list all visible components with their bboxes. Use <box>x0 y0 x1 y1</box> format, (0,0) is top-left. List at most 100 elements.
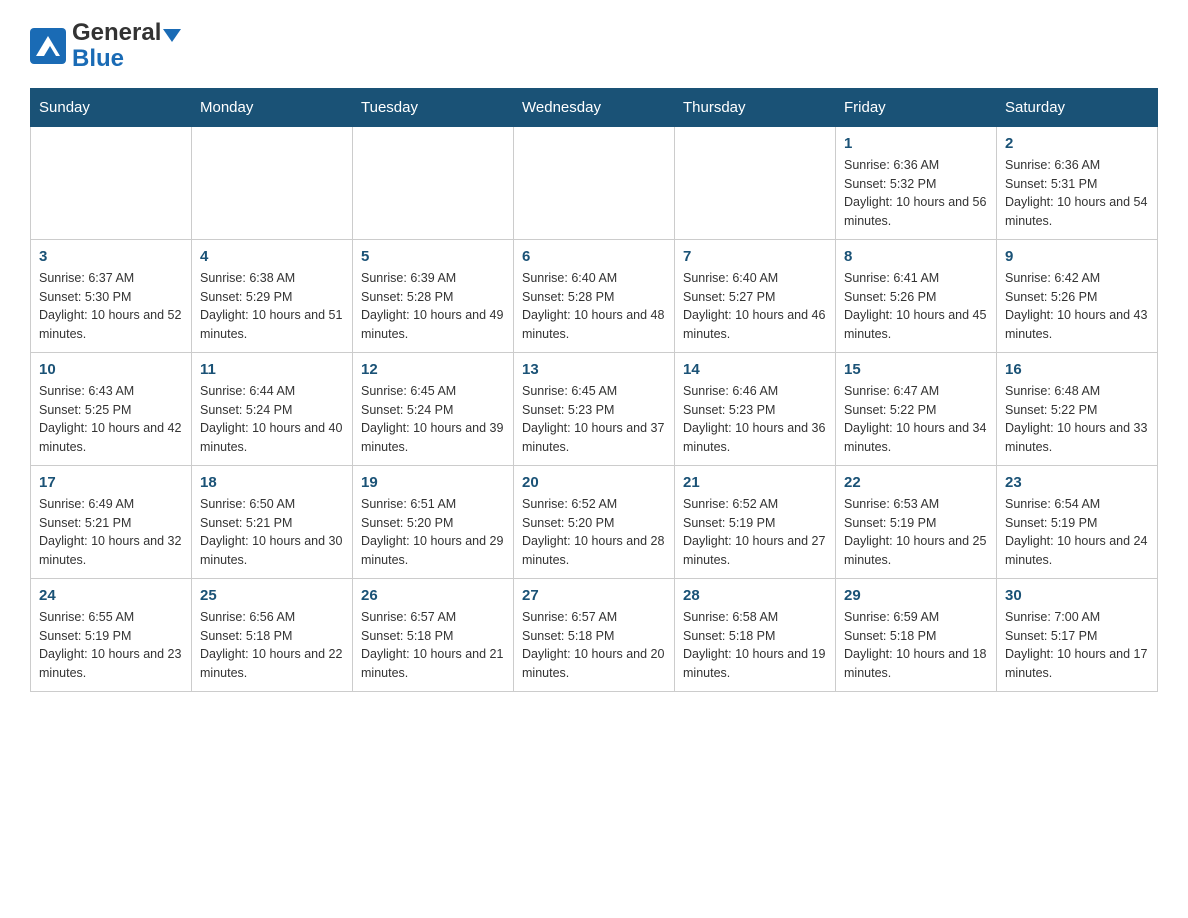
day-info: Sunrise: 6:45 AM Sunset: 5:24 PM Dayligh… <box>361 382 505 457</box>
day-info: Sunrise: 6:54 AM Sunset: 5:19 PM Dayligh… <box>1005 495 1149 570</box>
calendar-cell: 27 Sunrise: 6:57 AM Sunset: 5:18 PM Dayli… <box>514 578 675 691</box>
calendar-cell: 7Sunrise: 6:40 AM Sunset: 5:27 PM Daylig… <box>675 239 836 352</box>
calendar-cell: 14 Sunrise: 6:46 AM Sunset: 5:23 PM Dayli… <box>675 352 836 465</box>
day-number: 11 <box>200 361 344 378</box>
day-info: Sunrise: 6:50 AM Sunset: 5:21 PM Dayligh… <box>200 495 344 570</box>
day-number: 21 <box>683 474 827 491</box>
day-info: Sunrise: 6:58 AM Sunset: 5:18 PM Dayligh… <box>683 608 827 683</box>
calendar-cell: 28 Sunrise: 6:58 AM Sunset: 5:18 PM Dayli… <box>675 578 836 691</box>
day-info: Sunrise: 6:37 AM Sunset: 5:30 PM Dayligh… <box>39 269 183 344</box>
day-of-week-header: Wednesday <box>514 88 675 126</box>
day-info: Sunrise: 6:52 AM Sunset: 5:19 PM Dayligh… <box>683 495 827 570</box>
calendar-cell: 9 Sunrise: 6:42 AM Sunset: 5:26 PM Daylig… <box>997 239 1158 352</box>
day-info: Sunrise: 6:49 AM Sunset: 5:21 PM Dayligh… <box>39 495 183 570</box>
day-number: 24 <box>39 587 183 604</box>
calendar-cell: 12 Sunrise: 6:45 AM Sunset: 5:24 PM Dayli… <box>353 352 514 465</box>
day-info: Sunrise: 7:00 AM Sunset: 5:17 PM Dayligh… <box>1005 608 1149 683</box>
calendar-cell: 13 Sunrise: 6:45 AM Sunset: 5:23 PM Dayli… <box>514 352 675 465</box>
day-info: Sunrise: 6:57 AM Sunset: 5:18 PM Dayligh… <box>361 608 505 683</box>
logo-icon <box>30 28 66 64</box>
day-number: 26 <box>361 587 505 604</box>
calendar-header: SundayMondayTuesdayWednesdayThursdayFrid… <box>31 88 1158 126</box>
calendar-cell: 5 Sunrise: 6:39 AM Sunset: 5:28 PM Daylig… <box>353 239 514 352</box>
calendar-cell: 11Sunrise: 6:44 AM Sunset: 5:24 PM Dayli… <box>192 352 353 465</box>
calendar-week-row: 24 Sunrise: 6:55 AM Sunset: 5:19 PM Dayli… <box>31 578 1158 691</box>
day-number: 14 <box>683 361 827 378</box>
calendar-cell: 4Sunrise: 6:38 AM Sunset: 5:29 PM Daylig… <box>192 239 353 352</box>
day-info: Sunrise: 6:36 AM Sunset: 5:32 PM Dayligh… <box>844 156 988 231</box>
calendar-table: SundayMondayTuesdayWednesdayThursdayFrid… <box>30 88 1158 692</box>
day-number: 17 <box>39 474 183 491</box>
calendar-cell: 17 Sunrise: 6:49 AM Sunset: 5:21 PM Dayli… <box>31 465 192 578</box>
day-info: Sunrise: 6:45 AM Sunset: 5:23 PM Dayligh… <box>522 382 666 457</box>
calendar-cell: 21 Sunrise: 6:52 AM Sunset: 5:19 PM Dayli… <box>675 465 836 578</box>
day-info: Sunrise: 6:36 AM Sunset: 5:31 PM Dayligh… <box>1005 156 1149 231</box>
calendar-cell <box>353 126 514 239</box>
calendar-cell <box>514 126 675 239</box>
day-number: 19 <box>361 474 505 491</box>
calendar-cell: 16 Sunrise: 6:48 AM Sunset: 5:22 PM Dayli… <box>997 352 1158 465</box>
day-info: Sunrise: 6:53 AM Sunset: 5:19 PM Dayligh… <box>844 495 988 570</box>
calendar-body: 1 Sunrise: 6:36 AM Sunset: 5:32 PM Daylig… <box>31 126 1158 691</box>
day-of-week-header: Friday <box>836 88 997 126</box>
day-info: Sunrise: 6:52 AM Sunset: 5:20 PM Dayligh… <box>522 495 666 570</box>
calendar-cell: 3 Sunrise: 6:37 AM Sunset: 5:30 PM Daylig… <box>31 239 192 352</box>
day-info: Sunrise: 6:39 AM Sunset: 5:28 PM Dayligh… <box>361 269 505 344</box>
day-info: Sunrise: 6:48 AM Sunset: 5:22 PM Dayligh… <box>1005 382 1149 457</box>
day-number: 20 <box>522 474 666 491</box>
calendar-cell: 20 Sunrise: 6:52 AM Sunset: 5:20 PM Dayli… <box>514 465 675 578</box>
days-of-week-row: SundayMondayTuesdayWednesdayThursdayFrid… <box>31 88 1158 126</box>
calendar-cell: 24 Sunrise: 6:55 AM Sunset: 5:19 PM Dayli… <box>31 578 192 691</box>
day-number: 23 <box>1005 474 1149 491</box>
day-number: 28 <box>683 587 827 604</box>
day-info: Sunrise: 6:57 AM Sunset: 5:18 PM Dayligh… <box>522 608 666 683</box>
day-number: 2 <box>1005 135 1149 152</box>
day-info: Sunrise: 6:55 AM Sunset: 5:19 PM Dayligh… <box>39 608 183 683</box>
calendar-cell: 29Sunrise: 6:59 AM Sunset: 5:18 PM Dayli… <box>836 578 997 691</box>
calendar-cell <box>31 126 192 239</box>
day-info: Sunrise: 6:46 AM Sunset: 5:23 PM Dayligh… <box>683 382 827 457</box>
day-number: 8 <box>844 248 988 265</box>
day-info: Sunrise: 6:47 AM Sunset: 5:22 PM Dayligh… <box>844 382 988 457</box>
day-of-week-header: Tuesday <box>353 88 514 126</box>
calendar-cell: 30 Sunrise: 7:00 AM Sunset: 5:17 PM Dayli… <box>997 578 1158 691</box>
day-number: 22 <box>844 474 988 491</box>
day-number: 9 <box>1005 248 1149 265</box>
day-info: Sunrise: 6:38 AM Sunset: 5:29 PM Dayligh… <box>200 269 344 344</box>
calendar-cell: 1 Sunrise: 6:36 AM Sunset: 5:32 PM Daylig… <box>836 126 997 239</box>
day-number: 12 <box>361 361 505 378</box>
day-number: 27 <box>522 587 666 604</box>
logo-wrapper: General Blue <box>30 20 181 73</box>
day-info: Sunrise: 6:56 AM Sunset: 5:18 PM Dayligh… <box>200 608 344 683</box>
day-info: Sunrise: 6:42 AM Sunset: 5:26 PM Dayligh… <box>1005 269 1149 344</box>
day-number: 7 <box>683 248 827 265</box>
calendar-week-row: 10 Sunrise: 6:43 AM Sunset: 5:25 PM Dayli… <box>31 352 1158 465</box>
calendar-week-row: 17 Sunrise: 6:49 AM Sunset: 5:21 PM Dayli… <box>31 465 1158 578</box>
page-header: General Blue <box>30 20 1158 73</box>
day-of-week-header: Monday <box>192 88 353 126</box>
day-number: 1 <box>844 135 988 152</box>
day-number: 3 <box>39 248 183 265</box>
day-number: 15 <box>844 361 988 378</box>
calendar-cell <box>192 126 353 239</box>
logo-text: General Blue <box>72 20 181 73</box>
day-number: 6 <box>522 248 666 265</box>
day-number: 10 <box>39 361 183 378</box>
day-number: 29 <box>844 587 988 604</box>
day-of-week-header: Sunday <box>31 88 192 126</box>
day-number: 5 <box>361 248 505 265</box>
day-info: Sunrise: 6:51 AM Sunset: 5:20 PM Dayligh… <box>361 495 505 570</box>
day-number: 25 <box>200 587 344 604</box>
calendar-cell: 8Sunrise: 6:41 AM Sunset: 5:26 PM Daylig… <box>836 239 997 352</box>
day-info: Sunrise: 6:43 AM Sunset: 5:25 PM Dayligh… <box>39 382 183 457</box>
calendar-cell: 19 Sunrise: 6:51 AM Sunset: 5:20 PM Dayli… <box>353 465 514 578</box>
day-number: 30 <box>1005 587 1149 604</box>
calendar-week-row: 1 Sunrise: 6:36 AM Sunset: 5:32 PM Daylig… <box>31 126 1158 239</box>
day-of-week-header: Saturday <box>997 88 1158 126</box>
day-number: 16 <box>1005 361 1149 378</box>
calendar-cell: 26 Sunrise: 6:57 AM Sunset: 5:18 PM Dayli… <box>353 578 514 691</box>
calendar-cell: 22 Sunrise: 6:53 AM Sunset: 5:19 PM Dayli… <box>836 465 997 578</box>
day-number: 18 <box>200 474 344 491</box>
calendar-cell: 18 Sunrise: 6:50 AM Sunset: 5:21 PM Dayli… <box>192 465 353 578</box>
day-number: 13 <box>522 361 666 378</box>
